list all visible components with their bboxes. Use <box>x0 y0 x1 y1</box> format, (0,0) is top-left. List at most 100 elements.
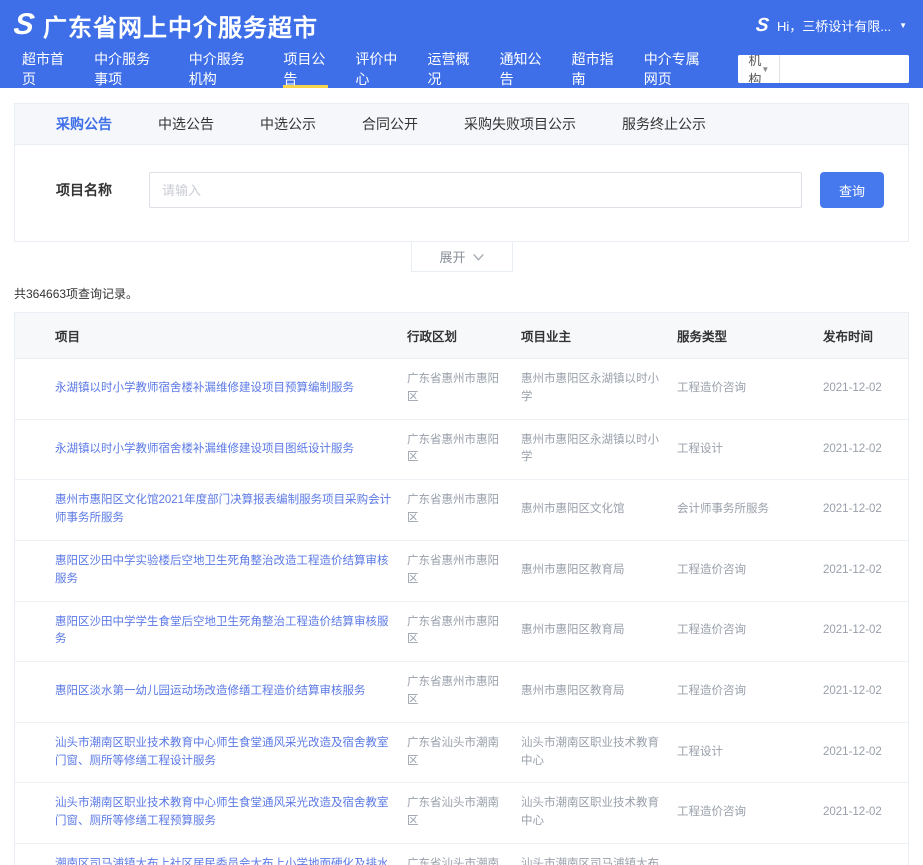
publish-date-cell: 2021-12-02 <box>823 489 908 531</box>
header-search: 机构 ▼ <box>738 55 909 83</box>
expand-label: 展开 <box>439 247 465 266</box>
nav-item-home[interactable]: 超市首页 <box>22 50 67 88</box>
table-row: 永湖镇以时小学教师宿舍楼补漏维修建设项目预算编制服务 广东省惠州市惠阳区 惠州市… <box>15 359 908 420</box>
project-cell: 惠阳区淡水第一幼儿园运动场改造修缮工程造价结算审核服务 <box>15 671 407 713</box>
table-header-row: 项目 行政区划 项目业主 服务类型 发布时间 <box>15 313 908 359</box>
owner-cell: 惠州市惠阳区教育局 <box>521 671 677 713</box>
tab-failed-projects[interactable]: 采购失败项目公示 <box>464 114 576 134</box>
service-type-cell: 工程造价咨询 <box>677 853 823 865</box>
project-link[interactable]: 汕头市潮南区职业技术教育中心师生食堂通风采光改造及宿舍教室门窗、厕所等修缮工程设… <box>55 737 389 767</box>
publish-date-cell: 2021-12-02 <box>823 550 908 592</box>
publish-date-cell: 2021-12-02 <box>823 368 908 410</box>
project-cell: 潮南区司马浦镇大布上社区居民委员会大布上小学地面硬化及排水系统建设项目预算服务 <box>15 844 407 865</box>
column-header-project: 项目 <box>15 313 407 358</box>
table-row: 汕头市潮南区职业技术教育中心师生食堂通风采光改造及宿舍教室门窗、厕所等修缮工程设… <box>15 723 908 784</box>
nav-item-guide[interactable]: 超市指南 <box>572 50 617 88</box>
owner-cell: 惠州市惠阳区教育局 <box>521 550 677 592</box>
project-name-input[interactable] <box>149 172 802 208</box>
project-link[interactable]: 潮南区司马浦镇大布上社区居民委员会大布上小学地面硬化及排水系统建设项目预算服务 <box>55 858 389 865</box>
chevron-down-icon <box>473 249 484 264</box>
nav-item-project-announcements[interactable]: 项目公告 <box>283 50 328 88</box>
publish-date-cell: 2021-12-02 <box>823 732 908 774</box>
expand-wrap: 展开 <box>0 242 923 272</box>
nav-item-notices[interactable]: 通知公告 <box>500 50 545 88</box>
site-title: 广东省网上中介服务超市 <box>43 8 318 43</box>
region-cell: 广东省惠州市惠阳区 <box>407 420 521 480</box>
search-category-value: 机构 <box>748 55 761 83</box>
expand-button[interactable]: 展开 <box>411 242 513 272</box>
announcement-tabs: 采购公告 中选公告 中选公示 合同公开 采购失败项目公示 服务终止公示 <box>15 104 908 145</box>
nav-item-agencies[interactable]: 中介服务机构 <box>189 50 257 88</box>
nav-item-agency-pages[interactable]: 中介专属网页 <box>644 50 712 88</box>
table-row: 永湖镇以时小学教师宿舍楼补漏维修建设项目图纸设计服务 广东省惠州市惠阳区 惠州市… <box>15 420 908 481</box>
table-row: 惠阳区淡水第一幼儿园运动场改造修缮工程造价结算审核服务 广东省惠州市惠阳区 惠州… <box>15 662 908 723</box>
tab-procurement-announcements[interactable]: 采购公告 <box>56 114 112 134</box>
header-search-input[interactable] <box>780 55 909 83</box>
publish-date-cell: 2021-12-02 <box>823 853 908 865</box>
user-greeting: Hi，三桥设计有限... <box>777 16 891 35</box>
column-header-service-type: 服务类型 <box>677 313 823 358</box>
project-cell: 惠阳区沙田中学学生食堂后空地卫生死角整治工程造价结算审核服务 <box>15 602 407 662</box>
user-menu[interactable]: S Hi，三桥设计有限... ▼ <box>756 16 907 35</box>
service-type-cell: 工程造价咨询 <box>677 792 823 834</box>
project-link[interactable]: 惠州市惠阳区文化馆2021年度部门决算报表编制服务项目采购会计师事务所服务 <box>55 494 391 524</box>
project-link[interactable]: 惠阳区沙田中学学生食堂后空地卫生死角整治工程造价结算审核服务 <box>55 616 389 646</box>
service-type-cell: 工程造价咨询 <box>677 671 823 713</box>
project-link[interactable]: 惠阳区沙田中学实验楼后空地卫生死角整治改造工程造价结算审核服务 <box>55 555 389 585</box>
project-cell: 惠阳区沙田中学实验楼后空地卫生死角整治改造工程造价结算审核服务 <box>15 541 407 601</box>
publish-date-cell: 2021-12-02 <box>823 671 908 713</box>
publish-date-cell: 2021-12-02 <box>823 792 908 834</box>
owner-cell: 惠州市惠阳区永湖镇以时小学 <box>521 420 677 480</box>
owner-cell: 汕头市潮南区司马浦镇大布上居民委员会 <box>521 844 677 865</box>
project-cell: 惠州市惠阳区文化馆2021年度部门决算报表编制服务项目采购会计师事务所服务 <box>15 480 407 540</box>
table-row: 惠阳区沙田中学学生食堂后空地卫生死角整治工程造价结算审核服务 广东省惠州市惠阳区… <box>15 602 908 663</box>
project-cell: 汕头市潮南区职业技术教育中心师生食堂通风采光改造及宿舍教室门窗、厕所等修缮工程预… <box>15 783 407 843</box>
publish-date-cell: 2021-12-02 <box>823 429 908 471</box>
project-cell: 永湖镇以时小学教师宿舍楼补漏维修建设项目预算编制服务 <box>15 368 407 410</box>
user-logo-icon: S <box>755 16 770 35</box>
region-cell: 广东省汕头市潮南区 <box>407 723 521 783</box>
main-nav: 超市首页 中介服务事项 中介服务机构 项目公告 评价中心 运营概况 通知公告 超… <box>0 50 923 88</box>
column-header-region: 行政区划 <box>407 313 521 358</box>
region-cell: 广东省惠州市惠阳区 <box>407 359 521 419</box>
region-cell: 广东省惠州市惠阳区 <box>407 602 521 662</box>
service-type-cell: 工程造价咨询 <box>677 368 823 410</box>
tab-selection-announcements[interactable]: 中选公告 <box>158 114 214 134</box>
owner-cell: 惠州市惠阳区教育局 <box>521 610 677 652</box>
result-summary: 共364663项查询记录。 <box>14 285 909 302</box>
tab-contract-disclosure[interactable]: 合同公开 <box>362 114 418 134</box>
project-name-label: 项目名称 <box>56 180 149 200</box>
owner-cell: 汕头市潮南区职业技术教育中心 <box>521 723 677 783</box>
project-link[interactable]: 汕头市潮南区职业技术教育中心师生食堂通风采光改造及宿舍教室门窗、厕所等修缮工程预… <box>55 797 389 827</box>
nav-item-evaluation-center[interactable]: 评价中心 <box>355 50 400 88</box>
owner-cell: 惠州市惠阳区文化馆 <box>521 489 677 531</box>
project-link[interactable]: 永湖镇以时小学教师宿舍楼补漏维修建设项目预算编制服务 <box>55 382 354 394</box>
project-link[interactable]: 惠阳区淡水第一幼儿园运动场改造修缮工程造价结算审核服务 <box>55 685 366 697</box>
table-row: 惠州市惠阳区文化馆2021年度部门决算报表编制服务项目采购会计师事务所服务 广东… <box>15 480 908 541</box>
region-cell: 广东省惠州市惠阳区 <box>407 541 521 601</box>
nav-item-operation-overview[interactable]: 运营概况 <box>427 50 472 88</box>
region-cell: 广东省惠州市惠阳区 <box>407 662 521 722</box>
tab-selection-publicity[interactable]: 中选公示 <box>260 114 316 134</box>
nav-item-service-matters[interactable]: 中介服务事项 <box>94 50 162 88</box>
service-type-cell: 会计师事务所服务 <box>677 489 823 531</box>
project-cell: 汕头市潮南区职业技术教育中心师生食堂通风采光改造及宿舍教室门窗、厕所等修缮工程设… <box>15 723 407 783</box>
brand: S 广东省网上中介服务超市 <box>14 8 318 43</box>
tab-service-termination[interactable]: 服务终止公示 <box>622 114 706 134</box>
site-header: S 广东省网上中介服务超市 S Hi，三桥设计有限... ▼ 超市首页 中介服务… <box>0 0 923 88</box>
region-cell: 广东省惠州市惠阳区 <box>407 480 521 540</box>
owner-cell: 汕头市潮南区职业技术教育中心 <box>521 783 677 843</box>
table-body: 永湖镇以时小学教师宿舍楼补漏维修建设项目预算编制服务 广东省惠州市惠阳区 惠州市… <box>15 359 908 865</box>
publish-date-cell: 2021-12-02 <box>823 610 908 652</box>
query-button[interactable]: 查询 <box>820 172 884 208</box>
table-row: 汕头市潮南区职业技术教育中心师生食堂通风采光改造及宿舍教室门窗、厕所等修缮工程预… <box>15 783 908 844</box>
site-logo-icon: S <box>12 10 36 40</box>
service-type-cell: 工程造价咨询 <box>677 610 823 652</box>
owner-cell: 惠州市惠阳区永湖镇以时小学 <box>521 359 677 419</box>
region-cell: 广东省汕头市潮南区 <box>407 783 521 843</box>
column-header-owner: 项目业主 <box>521 313 677 358</box>
project-link[interactable]: 永湖镇以时小学教师宿舍楼补漏维修建设项目图纸设计服务 <box>55 443 354 455</box>
table-row: 潮南区司马浦镇大布上社区居民委员会大布上小学地面硬化及排水系统建设项目预算服务 … <box>15 844 908 865</box>
service-type-cell: 工程造价咨询 <box>677 550 823 592</box>
search-category-select[interactable]: 机构 ▼ <box>738 55 780 83</box>
